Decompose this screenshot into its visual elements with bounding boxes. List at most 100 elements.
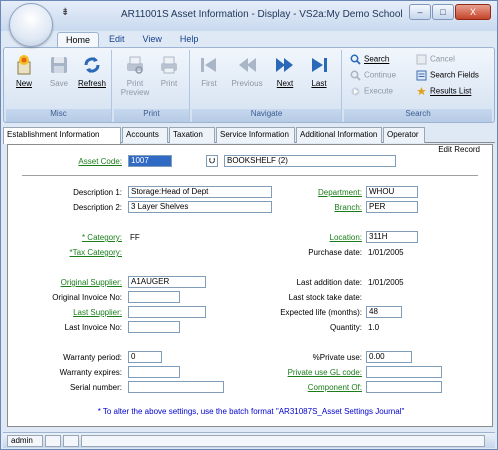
settings-note: * To alter the above settings, use the b… <box>97 407 405 416</box>
search-fields-button[interactable]: Search Fields <box>416 70 479 81</box>
tab-accounts[interactable]: Accounts <box>122 127 168 143</box>
ribbon-group-caption: Print <box>114 109 189 122</box>
ribbon-group-caption: Search <box>344 109 492 122</box>
tax-category-label[interactable]: *Tax Category: <box>70 248 122 257</box>
print-preview-icon <box>127 56 143 74</box>
original-invoice-label: Original Invoice No: <box>52 293 122 302</box>
refresh-icon <box>84 57 100 73</box>
search-icon <box>350 54 361 65</box>
refresh-button[interactable]: Refresh <box>77 54 107 88</box>
print-icon <box>161 56 177 74</box>
form-tab-strip: Establishment Information Accounts Taxat… <box>3 126 495 144</box>
warranty-expires-label: Warranty expires: <box>59 368 122 377</box>
first-button[interactable]: First <box>194 54 224 88</box>
original-supplier-input[interactable]: A1AUGER <box>128 276 206 288</box>
quantity-label: Quantity: <box>329 323 362 332</box>
print-preview-button[interactable]: Print Preview <box>118 54 152 97</box>
location-input[interactable]: 311H <box>366 231 418 243</box>
quick-access-toolbar[interactable]: ⇟ <box>61 7 69 18</box>
ribbon-group-print: Print Preview Print Print <box>114 50 190 122</box>
new-icon <box>17 55 31 75</box>
last-button[interactable]: Last <box>304 54 334 88</box>
last-icon <box>312 58 327 72</box>
last-supplier-input[interactable] <box>128 306 206 318</box>
cancel-button[interactable]: Cancel <box>416 54 455 65</box>
last-stocktake-date-label: Last stock take date: <box>288 293 362 302</box>
close-button[interactable]: X <box>455 4 491 20</box>
tab-edit[interactable]: Edit <box>101 32 133 47</box>
window-controls: – □ X <box>409 4 491 20</box>
application-window: ⇟ AR11001S Asset Information - Display -… <box>0 0 498 450</box>
last-addition-date-value: 1/01/2005 <box>368 278 404 287</box>
ribbon-group-caption: Misc <box>6 109 111 122</box>
private-use-label: %Private use: <box>312 353 362 362</box>
last-invoice-input[interactable] <box>128 321 180 333</box>
tab-operator[interactable]: Operator <box>383 127 425 143</box>
warranty-expires-input[interactable] <box>128 366 180 378</box>
last-addition-date-label: Last addition date: <box>296 278 362 287</box>
next-icon <box>276 58 293 72</box>
branch-label[interactable]: Branch: <box>334 203 362 212</box>
minimize-button[interactable]: – <box>409 4 431 20</box>
status-cell <box>63 435 79 447</box>
expected-life-input[interactable]: 48 <box>366 306 402 318</box>
location-label[interactable]: Location: <box>330 233 362 242</box>
asset-code-label[interactable]: Asset Code: <box>78 157 122 166</box>
original-supplier-label[interactable]: Original Supplier: <box>61 278 122 287</box>
serial-number-input[interactable] <box>128 381 224 393</box>
last-supplier-label[interactable]: Last Supplier: <box>73 308 122 317</box>
purchase-date-value: 1/01/2005 <box>368 248 404 257</box>
maximize-button[interactable]: □ <box>432 4 454 20</box>
private-use-input[interactable]: 0.00 <box>366 351 412 363</box>
branch-input[interactable]: PER <box>366 201 418 213</box>
description1-input[interactable]: Storage:Head of Dept <box>128 186 272 198</box>
cancel-icon <box>416 54 427 65</box>
title-bar: ⇟ AR11001S Asset Information - Display -… <box>1 1 497 31</box>
tab-additional-information[interactable]: Additional Information <box>296 127 382 143</box>
results-list-button[interactable]: Results List <box>416 86 471 97</box>
first-icon <box>201 58 216 72</box>
previous-icon <box>239 58 256 72</box>
asset-name-field: BOOKSHELF (2) <box>224 155 396 167</box>
save-button[interactable]: Save <box>44 54 74 88</box>
department-label[interactable]: Department: <box>318 188 362 197</box>
tab-help[interactable]: Help <box>172 32 207 47</box>
continue-button[interactable]: Continue <box>350 70 396 81</box>
description2-input[interactable]: 3 Layer Shelves <box>128 201 272 213</box>
new-button[interactable]: New <box>9 54 39 88</box>
record-mode-label: Edit Record <box>438 145 480 154</box>
form-panel: Edit Record Asset Code: 1007 ⮋ BOOKSHELF… <box>7 144 493 427</box>
component-of-label[interactable]: Component Of: <box>308 383 362 392</box>
ribbon-group-caption: Navigate <box>192 109 341 122</box>
tab-view[interactable]: View <box>135 32 170 47</box>
private-use-gl-code-input[interactable] <box>366 366 442 378</box>
tab-establishment-information[interactable]: Establishment Information <box>3 127 121 144</box>
category-label[interactable]: * Category: <box>82 233 122 242</box>
status-user: admin <box>7 435 43 447</box>
continue-icon <box>350 70 361 81</box>
serial-number-label: Serial number: <box>69 383 122 392</box>
private-use-gl-code-label[interactable]: Private use GL code: <box>288 368 362 377</box>
component-of-input[interactable] <box>366 381 442 393</box>
asset-code-dropdown-button[interactable]: ⮋ <box>206 155 218 167</box>
asset-code-input[interactable]: 1007 <box>128 155 172 167</box>
execute-button[interactable]: Execute <box>350 86 393 97</box>
department-input[interactable]: WHOU <box>366 186 418 198</box>
status-message <box>81 435 485 447</box>
application-menu-button[interactable] <box>9 3 53 47</box>
quantity-value: 1.0 <box>368 323 380 332</box>
print-button[interactable]: Print <box>154 54 184 88</box>
search-button[interactable]: Search <box>350 54 389 65</box>
previous-button[interactable]: Previous <box>228 54 266 88</box>
purchase-date-label: Purchase date: <box>308 248 362 257</box>
tab-service-information[interactable]: Service Information <box>216 127 295 143</box>
results-list-icon <box>417 87 426 96</box>
next-button[interactable]: Next <box>270 54 300 88</box>
original-invoice-input[interactable] <box>128 291 180 303</box>
save-icon <box>51 57 67 73</box>
warranty-period-input[interactable]: 0 <box>128 351 162 363</box>
tab-taxation[interactable]: Taxation <box>169 127 215 143</box>
tab-home[interactable]: Home <box>57 32 100 47</box>
ribbon-group-search: Search Continue Execute Cancel Search Fi… <box>344 50 492 122</box>
last-invoice-label: Last Invoice No: <box>64 323 122 332</box>
